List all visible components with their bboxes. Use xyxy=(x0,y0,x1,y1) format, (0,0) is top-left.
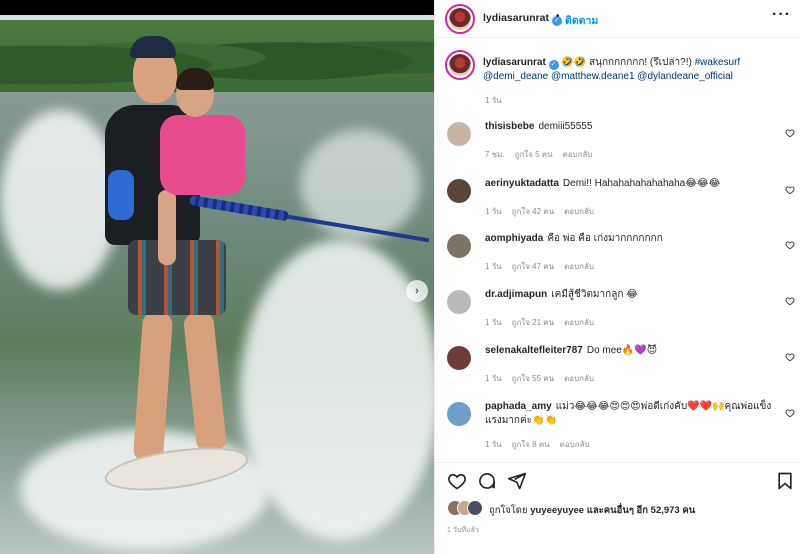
comment-time: 1 วัน xyxy=(485,440,502,449)
comment-likes[interactable]: ถูกใจ 55 คน xyxy=(512,374,554,383)
share-icon[interactable] xyxy=(507,471,527,491)
likes-others[interactable]: และคนอื่นๆ อีก xyxy=(587,505,648,516)
comment-text: demiii55555 xyxy=(538,121,593,132)
commenter-avatar[interactable] xyxy=(447,234,471,258)
action-bar xyxy=(435,462,800,496)
caption-avatar[interactable] xyxy=(445,50,475,80)
comment-likes[interactable]: ถูกใจ 42 คน xyxy=(512,207,554,216)
comment-row: paphada_amy แม่ว😂😂😂😍😍😍พ่อดีเก่งคับ❤️❤️🙌คุ… xyxy=(435,398,800,454)
comment-text: Demi!! Hahahahahahahaha😂😂😂 xyxy=(562,178,721,189)
post-timestamp: 1 วันที่แล้ว xyxy=(447,527,479,534)
comment-row: selenakaltefleiter787 Do mee🔥💜😈 1 วัน ถูกใจ… xyxy=(435,342,800,398)
likes-count[interactable]: 52,973 xyxy=(651,505,680,516)
comment-time: 1 วัน xyxy=(485,318,502,327)
comment-row: aomphiyada คือ พ่อ คือ เก่งมากกกกกกก 1 วัน… xyxy=(435,230,800,286)
separator-dot: • xyxy=(556,11,560,22)
comment-time: 7 ชม. xyxy=(485,150,505,159)
comment-like-heart-icon[interactable] xyxy=(785,240,795,250)
comment-row: thisisbebe demiii55555 7 ชม. ถูกใจ 5 คน ตอบก… xyxy=(435,118,800,174)
liker-username[interactable]: yuyeeyuyee xyxy=(530,505,584,516)
comment-row: dr.adjimapun เคมีสู้ชีวิตมากลูก 😂 1 วัน ถูก… xyxy=(435,286,800,342)
comment-likes[interactable]: ถูกใจ 47 คน xyxy=(512,262,554,271)
hashtag-link[interactable]: #wakesurf xyxy=(695,57,741,68)
comment-text: เคมีสู้ชีวิตมากลูก 😂 xyxy=(551,289,638,300)
comment-like-heart-icon[interactable] xyxy=(785,296,795,306)
commenter-avatar[interactable] xyxy=(447,122,471,146)
commenter-username[interactable]: selenakaltefleiter787 xyxy=(485,345,583,356)
caption-time: 1 วัน xyxy=(485,96,502,105)
more-options-icon[interactable]: ··· xyxy=(772,6,791,24)
commenter-avatar[interactable] xyxy=(447,290,471,314)
commenter-username[interactable]: dr.adjimapun xyxy=(485,289,547,300)
commenter-username[interactable]: aomphiyada xyxy=(485,233,543,244)
commenter-avatar[interactable] xyxy=(447,179,471,203)
comment-icon[interactable] xyxy=(477,471,497,491)
comment-like-heart-icon[interactable] xyxy=(785,352,795,362)
comment-row: aerinyuktadatta Demi!! Hahahahahahahaha😂😂… xyxy=(435,175,800,231)
save-bookmark-icon[interactable] xyxy=(775,471,795,491)
verified-badge-icon: ✓ xyxy=(548,60,559,70)
likes-suffix: คน xyxy=(682,505,696,516)
reply-button[interactable]: ตอบกลับ xyxy=(563,150,593,159)
commenter-avatar[interactable] xyxy=(447,402,471,426)
tree-line xyxy=(0,20,434,95)
child-life-vest xyxy=(160,115,245,195)
post-details-panel: lydiasarunrat ✓ • ติดตาม ··· lydiasarunr… xyxy=(434,0,800,554)
comment-likes[interactable]: ถูกใจ 5 คน xyxy=(515,150,553,159)
reply-button[interactable]: ตอบกลับ xyxy=(564,318,594,327)
caption-text: 🤣🤣 สนุกกกกกกก! (รึเปล่า?!) xyxy=(561,57,692,68)
post-photo[interactable]: › xyxy=(0,0,434,554)
commenter-username[interactable]: aerinyuktadatta xyxy=(485,178,559,189)
commenter-username[interactable]: paphada_amy xyxy=(485,401,552,412)
reply-button[interactable]: ตอบกลับ xyxy=(564,207,594,216)
likes-prefix: ถูกใจโดย xyxy=(489,505,528,516)
comment-time: 1 วัน xyxy=(485,207,502,216)
commenter-username[interactable]: thisisbebe xyxy=(485,121,534,132)
comment-like-heart-icon[interactable] xyxy=(785,408,795,418)
reply-button[interactable]: ตอบกลับ xyxy=(564,374,594,383)
comment-likes[interactable]: ถูกใจ 21 คน xyxy=(512,318,554,327)
reply-button[interactable]: ตอบกลับ xyxy=(560,440,590,449)
like-heart-icon[interactable] xyxy=(447,471,467,491)
reply-button[interactable]: ตอบกลับ xyxy=(564,262,594,271)
rider-cap xyxy=(130,36,176,58)
comment-text: คือ พ่อ คือ เก่งมากกกกกกก xyxy=(547,233,663,244)
commenter-avatar[interactable] xyxy=(447,346,471,370)
liker-avatar xyxy=(467,500,483,516)
comment-likes[interactable]: ถูกใจ 8 คน xyxy=(512,440,550,449)
comment-time: 1 วัน xyxy=(485,262,502,271)
caption-mentions[interactable]: @demi_deane @matthew.deane1 @dylandeane_… xyxy=(483,71,733,82)
likes-summary[interactable]: ถูกใจโดย yuyeeyuyee และคนอื่นๆ อีก 52,97… xyxy=(447,500,797,518)
follow-button[interactable]: ติดตาม xyxy=(565,12,598,29)
liker-avatars xyxy=(447,500,487,516)
caption-username[interactable]: lydiasarunrat xyxy=(483,57,546,68)
author-avatar[interactable] xyxy=(445,4,475,34)
next-slide-button[interactable]: › xyxy=(406,280,428,302)
comment-like-heart-icon[interactable] xyxy=(785,128,795,138)
post-header: lydiasarunrat ✓ • ติดตาม ··· xyxy=(435,0,800,38)
comment-like-heart-icon[interactable] xyxy=(785,185,795,195)
author-username[interactable]: lydiasarunrat ✓ xyxy=(483,12,562,26)
comment-text: Do mee🔥💜😈 xyxy=(586,345,658,356)
instagram-post-view: › lydiasarunrat ✓ • ติดตาม ··· lydiasaru… xyxy=(0,0,800,554)
comment-time: 1 วัน xyxy=(485,374,502,383)
